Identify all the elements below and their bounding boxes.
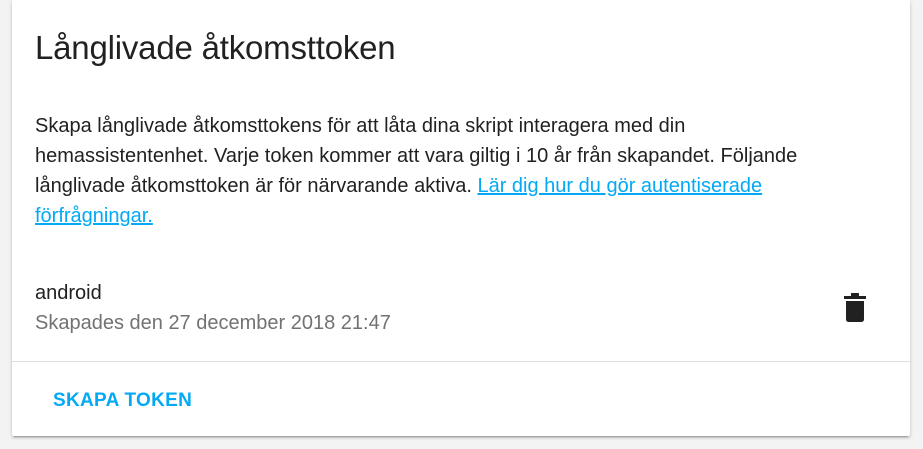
card-actions-divider: [12, 361, 910, 362]
card-description: Skapa långlivade åtkomsttokens för att l…: [35, 111, 825, 231]
token-row: android Skapades den 27 december 2018 21…: [35, 279, 895, 339]
token-created-date: Skapades den 27 december 2018 21:47: [35, 312, 391, 334]
trash-icon: [844, 292, 866, 322]
card-title: Långlivade åtkomsttoken: [35, 29, 396, 66]
create-token-button[interactable]: SKAPA TOKEN: [41, 380, 204, 422]
token-name: android: [35, 282, 102, 304]
delete-token-button[interactable]: [835, 287, 875, 327]
long-lived-tokens-card: Långlivade åtkomsttoken Skapa långlivade…: [12, 0, 910, 436]
